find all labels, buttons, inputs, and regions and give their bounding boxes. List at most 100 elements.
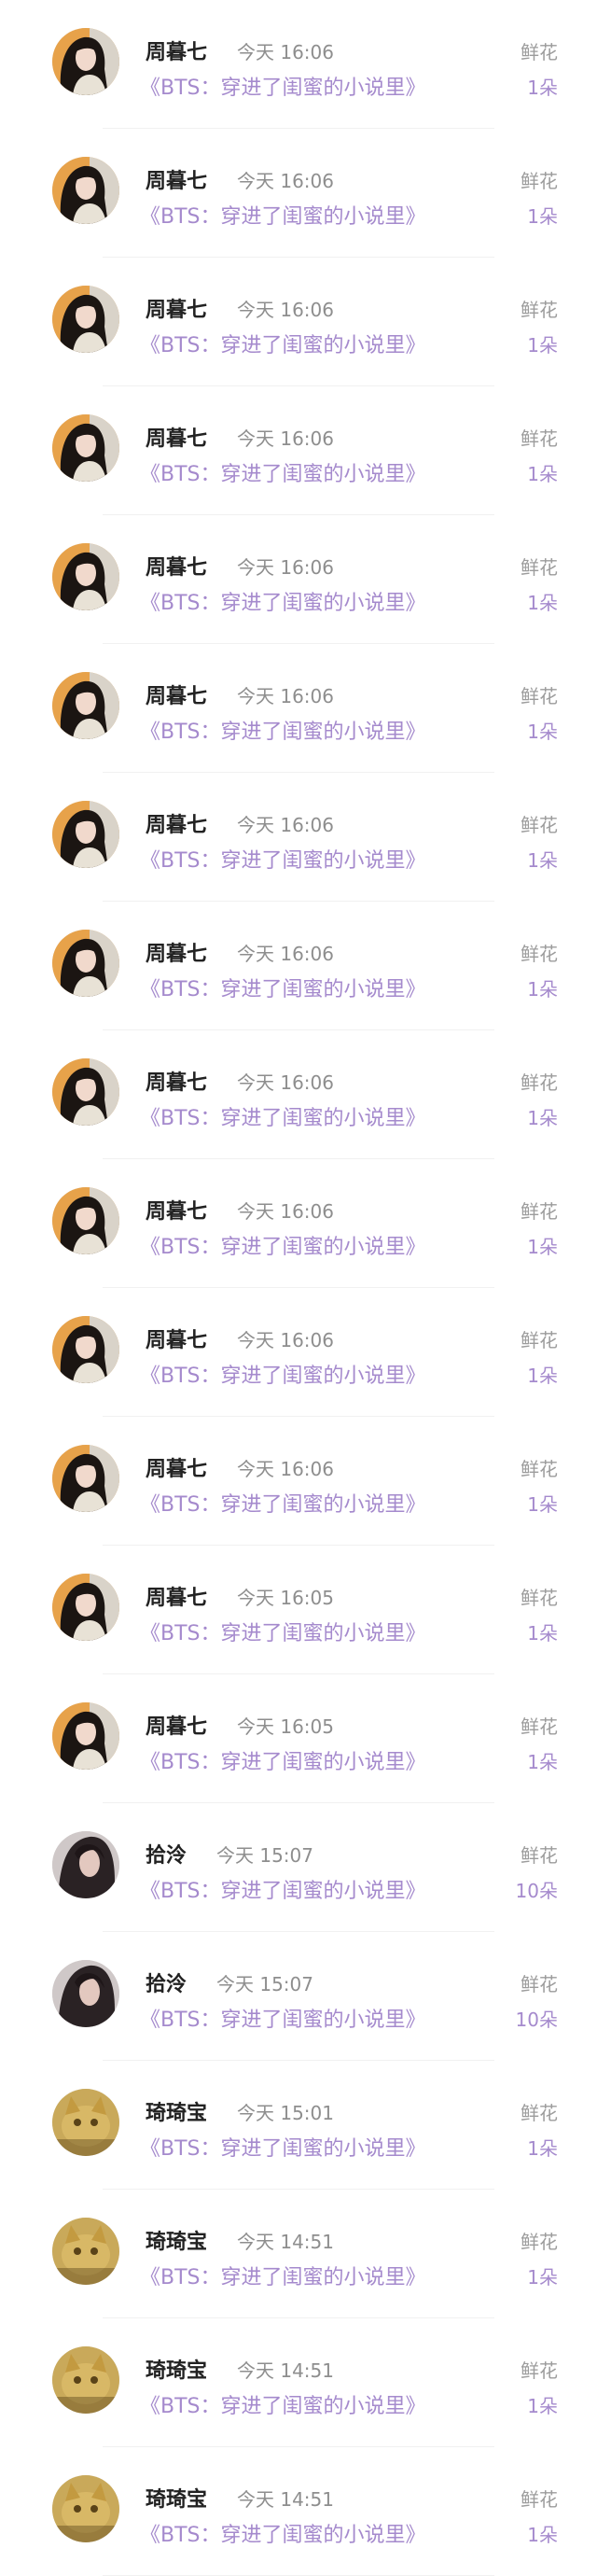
gift-time: 今天 16:06 — [237, 685, 334, 707]
book-title-link[interactable]: 《BTS：穿进了闺蜜的小说里》 — [140, 2389, 426, 2419]
gift-record-row[interactable]: 周暮七 今天 16:05 《BTS：穿进了闺蜜的小说里》 鲜花 1朵 — [0, 1674, 597, 1803]
user-name[interactable]: 周暮七 — [146, 293, 207, 323]
user-name[interactable]: 周暮七 — [146, 422, 207, 452]
avatar-girl-dark-hair-icon[interactable] — [52, 28, 119, 95]
avatar-girl-dark-hair-icon[interactable] — [52, 543, 119, 610]
gift-count: 1朵 — [527, 2524, 558, 2546]
user-name[interactable]: 周暮七 — [146, 551, 207, 581]
user-name[interactable]: 周暮七 — [146, 808, 207, 838]
avatar-long-hair-portrait-icon[interactable] — [52, 1960, 119, 2027]
user-name[interactable]: 周暮七 — [146, 1323, 207, 1353]
gift-record-row[interactable]: 周暮七 今天 16:06 《BTS：穿进了闺蜜的小说里》 鲜花 1朵 — [0, 1030, 597, 1159]
gift-time: 今天 16:06 — [237, 814, 334, 836]
user-name[interactable]: 周暮七 — [146, 1066, 207, 1096]
user-name[interactable]: 周暮七 — [146, 1710, 207, 1740]
avatar-girl-dark-hair-icon[interactable] — [52, 1316, 119, 1383]
book-title-link[interactable]: 《BTS：穿进了闺蜜的小说里》 — [140, 2518, 426, 2548]
book-title-link[interactable]: 《BTS：穿进了闺蜜的小说里》 — [140, 2003, 426, 2033]
user-name[interactable]: 琦琦宝 — [146, 2096, 207, 2126]
book-title-link[interactable]: 《BTS：穿进了闺蜜的小说里》 — [140, 1488, 426, 1518]
gift-type-label: 鲜花 — [521, 170, 558, 192]
avatar-cat-meme-icon[interactable] — [52, 2346, 119, 2414]
avatar-girl-dark-hair-icon[interactable] — [52, 414, 119, 482]
gift-type-label: 鲜花 — [521, 1071, 558, 1094]
avatar-cat-meme-icon[interactable] — [52, 2218, 119, 2285]
user-name[interactable]: 拾泠 — [146, 1839, 187, 1869]
book-title-link[interactable]: 《BTS：穿进了闺蜜的小说里》 — [140, 1230, 426, 1260]
book-title-link[interactable]: 《BTS：穿进了闺蜜的小说里》 — [140, 2132, 426, 2162]
gift-type-label: 鲜花 — [521, 1844, 558, 1867]
user-name[interactable]: 周暮七 — [146, 35, 207, 65]
avatar-girl-dark-hair-icon[interactable] — [52, 1058, 119, 1126]
book-title-link[interactable]: 《BTS：穿进了闺蜜的小说里》 — [140, 1617, 426, 1646]
gift-time: 今天 15:01 — [237, 2102, 334, 2124]
book-title-link[interactable]: 《BTS：穿进了闺蜜的小说里》 — [140, 71, 426, 101]
avatar-girl-dark-hair-icon[interactable] — [52, 1187, 119, 1254]
gift-record-row[interactable]: 周暮七 今天 16:06 《BTS：穿进了闺蜜的小说里》 鲜花 1朵 — [0, 258, 597, 386]
avatar-girl-dark-hair-icon[interactable] — [52, 286, 119, 353]
avatar-girl-dark-hair-icon[interactable] — [52, 672, 119, 739]
gift-count: 1朵 — [527, 334, 558, 357]
gift-record-row[interactable]: 拾泠 今天 15:07 《BTS：穿进了闺蜜的小说里》 鲜花 10朵 — [0, 1932, 597, 2061]
book-title-link[interactable]: 《BTS：穿进了闺蜜的小说里》 — [140, 2261, 426, 2290]
user-name[interactable]: 琦琦宝 — [146, 2225, 207, 2255]
gift-record-row[interactable]: 琦琦宝 今天 15:01 《BTS：穿进了闺蜜的小说里》 鲜花 1朵 — [0, 2061, 597, 2190]
gift-record-row[interactable]: 周暮七 今天 16:06 《BTS：穿进了闺蜜的小说里》 鲜花 1朵 — [0, 1417, 597, 1546]
book-title-link[interactable]: 《BTS：穿进了闺蜜的小说里》 — [140, 844, 426, 874]
gift-time: 今天 16:05 — [237, 1587, 334, 1609]
gift-record-row[interactable]: 拾泠 今天 15:07 《BTS：穿进了闺蜜的小说里》 鲜花 10朵 — [0, 1803, 597, 1932]
avatar-girl-dark-hair-icon[interactable] — [52, 1702, 119, 1770]
book-title-link[interactable]: 《BTS：穿进了闺蜜的小说里》 — [140, 586, 426, 616]
gift-type-label: 鲜花 — [521, 685, 558, 707]
avatar-girl-dark-hair-icon[interactable] — [52, 930, 119, 997]
gift-count: 1朵 — [527, 205, 558, 228]
gift-record-row[interactable]: 周暮七 今天 16:06 《BTS：穿进了闺蜜的小说里》 鲜花 1朵 — [0, 515, 597, 644]
user-name[interactable]: 周暮七 — [146, 1195, 207, 1225]
gift-type-label: 鲜花 — [521, 1715, 558, 1738]
book-title-link[interactable]: 《BTS：穿进了闺蜜的小说里》 — [140, 200, 426, 230]
user-name[interactable]: 周暮七 — [146, 679, 207, 709]
gift-type-label: 鲜花 — [521, 2488, 558, 2511]
user-name[interactable]: 周暮七 — [146, 1581, 207, 1611]
book-title-link[interactable]: 《BTS：穿进了闺蜜的小说里》 — [140, 1101, 426, 1131]
avatar-girl-dark-hair-icon[interactable] — [52, 1574, 119, 1641]
gift-record-row[interactable]: 周暮七 今天 16:06 《BTS：穿进了闺蜜的小说里》 鲜花 1朵 — [0, 0, 597, 129]
user-name[interactable]: 琦琦宝 — [146, 2354, 207, 2384]
book-title-link[interactable]: 《BTS：穿进了闺蜜的小说里》 — [140, 457, 426, 487]
gift-time: 今天 16:06 — [237, 556, 334, 579]
avatar-long-hair-portrait-icon[interactable] — [52, 1831, 119, 1898]
book-title-link[interactable]: 《BTS：穿进了闺蜜的小说里》 — [140, 329, 426, 358]
gift-record-row[interactable]: 琦琦宝 今天 14:51 《BTS：穿进了闺蜜的小说里》 鲜花 1朵 — [0, 2447, 597, 2576]
avatar-cat-meme-icon[interactable] — [52, 2475, 119, 2542]
gift-record-row[interactable]: 琦琦宝 今天 14:51 《BTS：穿进了闺蜜的小说里》 鲜花 1朵 — [0, 2190, 597, 2318]
avatar-girl-dark-hair-icon[interactable] — [52, 157, 119, 224]
gift-time: 今天 16:06 — [237, 1458, 334, 1480]
user-name[interactable]: 周暮七 — [146, 164, 207, 194]
gift-record-row[interactable]: 周暮七 今天 16:06 《BTS：穿进了闺蜜的小说里》 鲜花 1朵 — [0, 773, 597, 902]
gift-record-row[interactable]: 周暮七 今天 16:06 《BTS：穿进了闺蜜的小说里》 鲜花 1朵 — [0, 386, 597, 515]
gift-count: 1朵 — [527, 849, 558, 872]
book-title-link[interactable]: 《BTS：穿进了闺蜜的小说里》 — [140, 1745, 426, 1775]
gift-record-row[interactable]: 周暮七 今天 16:05 《BTS：穿进了闺蜜的小说里》 鲜花 1朵 — [0, 1546, 597, 1674]
book-title-link[interactable]: 《BTS：穿进了闺蜜的小说里》 — [140, 1874, 426, 1904]
gift-count: 1朵 — [527, 2137, 558, 2160]
gift-record-row[interactable]: 周暮七 今天 16:06 《BTS：穿进了闺蜜的小说里》 鲜花 1朵 — [0, 1159, 597, 1288]
user-name[interactable]: 琦琦宝 — [146, 2483, 207, 2513]
user-name[interactable]: 拾泠 — [146, 1967, 187, 1997]
gift-record-row[interactable]: 周暮七 今天 16:06 《BTS：穿进了闺蜜的小说里》 鲜花 1朵 — [0, 902, 597, 1030]
avatar-girl-dark-hair-icon[interactable] — [52, 1445, 119, 1512]
avatar-girl-dark-hair-icon[interactable] — [52, 801, 119, 868]
user-name[interactable]: 周暮七 — [146, 1452, 207, 1482]
gift-record-row[interactable]: 周暮七 今天 16:06 《BTS：穿进了闺蜜的小说里》 鲜花 1朵 — [0, 1288, 597, 1417]
book-title-link[interactable]: 《BTS：穿进了闺蜜的小说里》 — [140, 973, 426, 1002]
book-title-link[interactable]: 《BTS：穿进了闺蜜的小说里》 — [140, 715, 426, 745]
gift-record-row[interactable]: 琦琦宝 今天 14:51 《BTS：穿进了闺蜜的小说里》 鲜花 1朵 — [0, 2318, 597, 2447]
gift-record-row[interactable]: 周暮七 今天 16:06 《BTS：穿进了闺蜜的小说里》 鲜花 1朵 — [0, 129, 597, 258]
user-name[interactable]: 周暮七 — [146, 937, 207, 967]
gift-record-row[interactable]: 周暮七 今天 16:06 《BTS：穿进了闺蜜的小说里》 鲜花 1朵 — [0, 644, 597, 773]
avatar-cat-meme-icon[interactable] — [52, 2089, 119, 2156]
gift-type-label: 鲜花 — [521, 1458, 558, 1480]
gift-time: 今天 16:06 — [237, 41, 334, 63]
book-title-link[interactable]: 《BTS：穿进了闺蜜的小说里》 — [140, 1359, 426, 1389]
gift-time: 今天 15:07 — [216, 1973, 313, 1995]
